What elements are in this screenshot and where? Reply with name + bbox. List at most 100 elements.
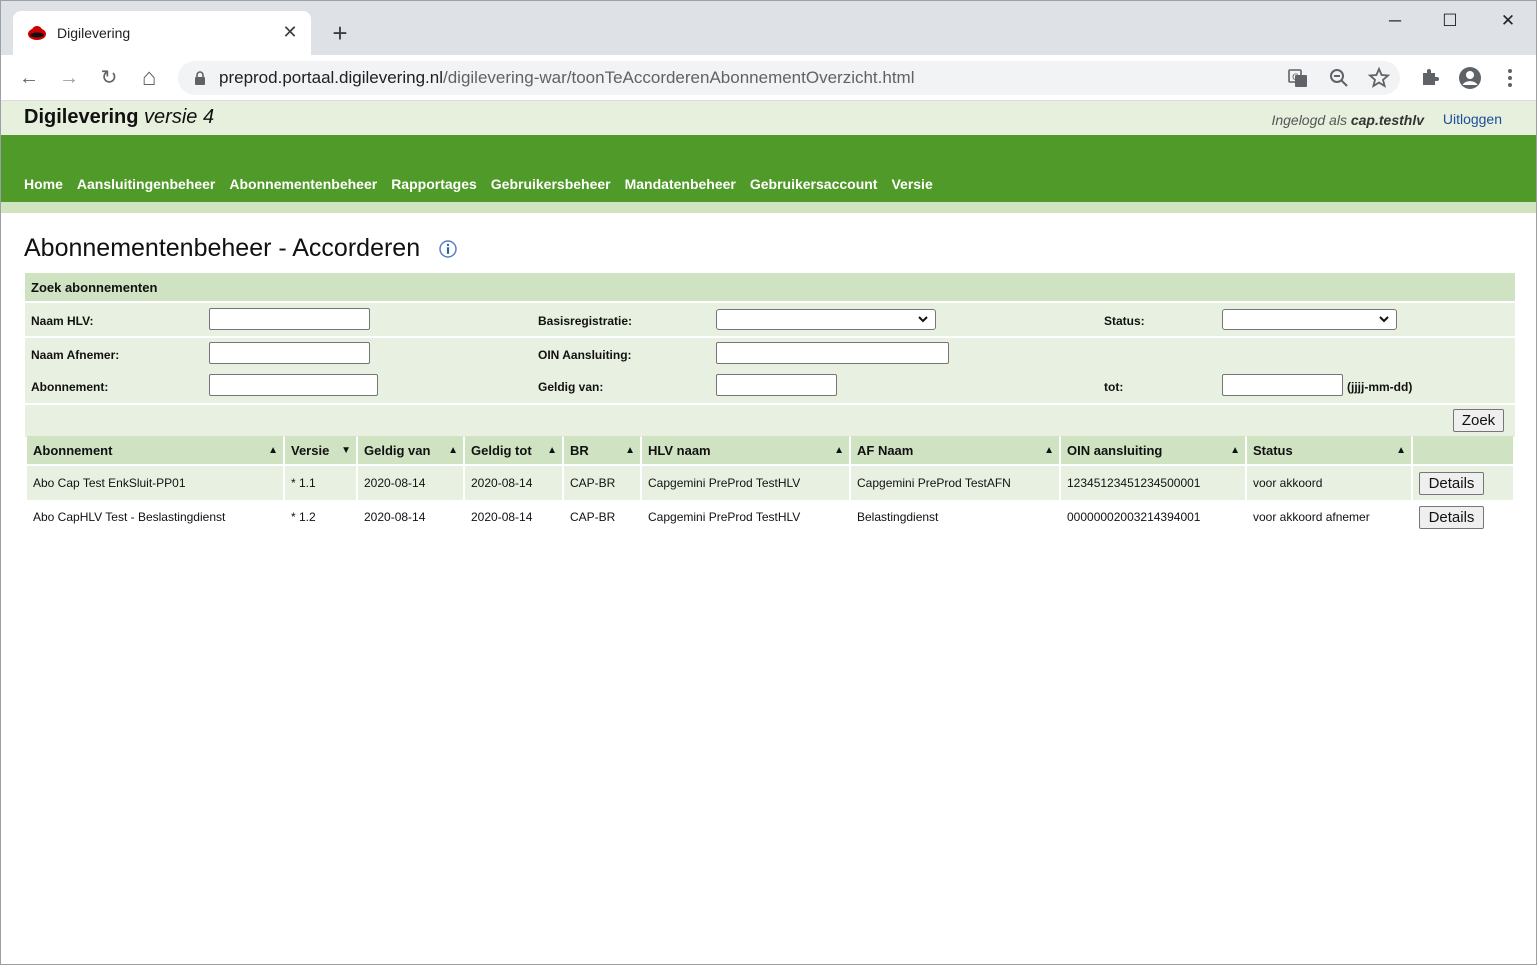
status-select[interactable] [1222, 309, 1397, 330]
puzzle-icon[interactable] [1416, 64, 1444, 92]
back-button[interactable]: ← [15, 64, 43, 92]
nav-item-versie[interactable]: Versie [891, 176, 932, 192]
cell-status: voor akkoord [1247, 466, 1411, 500]
sort-asc-icon[interactable]: ▲ [1230, 445, 1240, 456]
column-header-oin-aansluiting[interactable]: OIN aansluiting ▲ [1061, 436, 1245, 466]
lock-icon [195, 71, 205, 85]
login-prefix: Ingelogd als [1271, 112, 1347, 128]
search-footer: Zoek [25, 405, 1515, 437]
table-header-row: Abonnement ▲ Versie ▼ Geldig van ▲ Geldig tot ▲… [27, 436, 1513, 466]
details-button[interactable]: Details [1419, 471, 1484, 495]
browser-tab[interactable]: Digilevering ✕ [13, 11, 311, 55]
column-header-label: Versie [291, 442, 330, 458]
window-maximize-button[interactable]: ☐ [1436, 9, 1464, 33]
column-header-abonnement[interactable]: Abonnement ▲ [27, 436, 283, 466]
basisregistratie-label: Basisregistratie: [538, 314, 633, 328]
table-row: Abo Cap Test EnkSluit-PP01 * 1.1 2020-08-1… [27, 466, 1513, 500]
results-table: Abonnement ▲ Versie ▼ Geldig van ▲ Geldig tot ▲… [25, 436, 1515, 534]
sort-asc-icon[interactable]: ▲ [625, 445, 635, 456]
cell-br: CAP-BR [564, 466, 640, 500]
more-vertical-icon[interactable] [1496, 64, 1524, 92]
logout-link[interactable]: Uitloggen [1443, 111, 1502, 127]
naam-afnemer-input[interactable] [209, 342, 370, 364]
details-button[interactable]: Details [1419, 505, 1484, 529]
login-user: cap.testhlv [1350, 112, 1424, 128]
sort-asc-icon[interactable]: ▲ [547, 445, 557, 456]
sort-asc-icon[interactable]: ▲ [268, 445, 278, 456]
status-label: Status: [1104, 314, 1145, 328]
login-info: Ingelogd als cap.testhlv [1271, 112, 1424, 128]
site-version: versie 4 [144, 106, 215, 128]
tot-label: tot: [1104, 380, 1124, 394]
sort-asc-icon[interactable]: ▲ [834, 445, 844, 456]
naam-hlv-label: Naam HLV: [31, 314, 94, 328]
tab-close-icon[interactable]: ✕ [279, 21, 301, 43]
window-close-button[interactable]: ✕ [1494, 9, 1522, 33]
search-panel: Zoek abonnementen Naam HLV: Basisregistr… [25, 273, 1515, 437]
home-button[interactable]: ⌂ [135, 64, 163, 92]
column-header-geldig-van[interactable]: Geldig van ▲ [358, 436, 463, 466]
column-header-br[interactable]: BR ▲ [564, 436, 640, 466]
geldig-van-input[interactable] [716, 374, 837, 396]
column-header-af-naam[interactable]: AF Naam ▲ [851, 436, 1059, 466]
abonnement-input[interactable] [209, 374, 378, 396]
sort-asc-icon[interactable]: ▲ [448, 445, 458, 456]
nav-items: Home Aansluitingenbeheer Abonnementenbehee… [24, 176, 933, 192]
cell-versie: * 1.2 [291, 510, 316, 524]
forward-button[interactable]: → [55, 64, 83, 92]
nav-item-home[interactable]: Home [24, 176, 63, 192]
cell-af-naam: Capgemini PreProd TestAFN [851, 466, 1059, 500]
nav-item-mandatenbeheer[interactable]: Mandatenbeheer [625, 176, 736, 192]
window-minimize-button[interactable]: ─ [1381, 9, 1409, 33]
tab-title: Digilevering [57, 25, 131, 41]
cell-action: Details [1413, 500, 1513, 534]
column-header-label: HLV naam [648, 442, 711, 458]
nav-underline [1, 202, 1536, 213]
site-name: Digilevering [24, 106, 139, 128]
table-row: Abo CapHLV Test - Beslastingdienst * 1.2 2… [27, 500, 1513, 534]
cell-hlv-naam: Capgemini PreProd TestHLV [642, 466, 849, 500]
cell-geldig-tot: 2020-08-14 [471, 510, 533, 524]
zoom-out-icon[interactable] [1326, 65, 1352, 91]
sort-asc-icon[interactable]: ▲ [1396, 445, 1406, 456]
translate-icon[interactable]: G [1285, 65, 1311, 91]
cell-oin: 00000002003214394001 [1067, 510, 1201, 524]
cell-af-naam: Belastingdienst [857, 510, 939, 524]
nav-item-gebruikersaccount[interactable]: Gebruikersaccount [750, 176, 878, 192]
zoek-button[interactable]: Zoek [1453, 409, 1504, 432]
nav-item-aansluitingenbeheer[interactable]: Aansluitingenbeheer [77, 176, 215, 192]
sort-desc-icon[interactable]: ▼ [341, 445, 351, 456]
column-header-label: Abonnement [33, 442, 113, 458]
column-header-geldig-tot[interactable]: Geldig tot ▲ [465, 436, 562, 466]
search-heading: Zoek abonnementen [25, 273, 1515, 301]
cell-oin: 12345123451234500001 [1061, 466, 1245, 500]
redhat-favicon-icon [28, 26, 46, 40]
nav-item-gebruikersbeheer[interactable]: Gebruikersbeheer [491, 176, 611, 192]
column-header-status[interactable]: Status ▲ [1247, 436, 1411, 466]
basisregistratie-select[interactable] [716, 309, 936, 330]
info-icon[interactable] [439, 240, 457, 258]
cell-abonnement: Abo Cap Test EnkSluit-PP01 [27, 466, 283, 500]
column-header-hlv-naam[interactable]: HLV naam ▲ [642, 436, 849, 466]
nav-item-abonnementenbeheer[interactable]: Abonnementenbeheer [229, 176, 377, 192]
site-header: Digilevering versie 4 Ingelogd als cap.t… [1, 101, 1536, 135]
nav-item-rapportages[interactable]: Rapportages [391, 176, 477, 192]
date-format-hint: (jjjj-mm-dd) [1347, 380, 1413, 394]
oin-aansluiting-input[interactable] [716, 342, 949, 364]
star-icon[interactable] [1366, 65, 1392, 91]
sort-asc-icon[interactable]: ▲ [1044, 445, 1054, 456]
account-icon[interactable] [1456, 64, 1484, 92]
column-header-label: OIN aansluiting [1067, 442, 1163, 458]
address-bar[interactable]: preprod.portaal.digilevering.nl/digileve… [178, 61, 1400, 95]
naam-hlv-input[interactable] [209, 308, 370, 330]
oin-aansluiting-label: OIN Aansluiting: [538, 348, 632, 362]
reload-button[interactable]: ↻ [95, 64, 123, 92]
cell-br: CAP-BR [570, 510, 616, 524]
column-header-versie[interactable]: Versie ▼ [285, 436, 356, 466]
page-title: Abonnementenbeheer - Accorderen [24, 234, 421, 262]
tot-input[interactable] [1222, 374, 1343, 396]
column-header-label: AF Naam [857, 442, 914, 458]
new-tab-button[interactable]: + [327, 20, 353, 47]
column-header-label: Status [1253, 442, 1293, 458]
main-nav: Home Aansluitingenbeheer Abonnementenbehee… [1, 135, 1536, 202]
